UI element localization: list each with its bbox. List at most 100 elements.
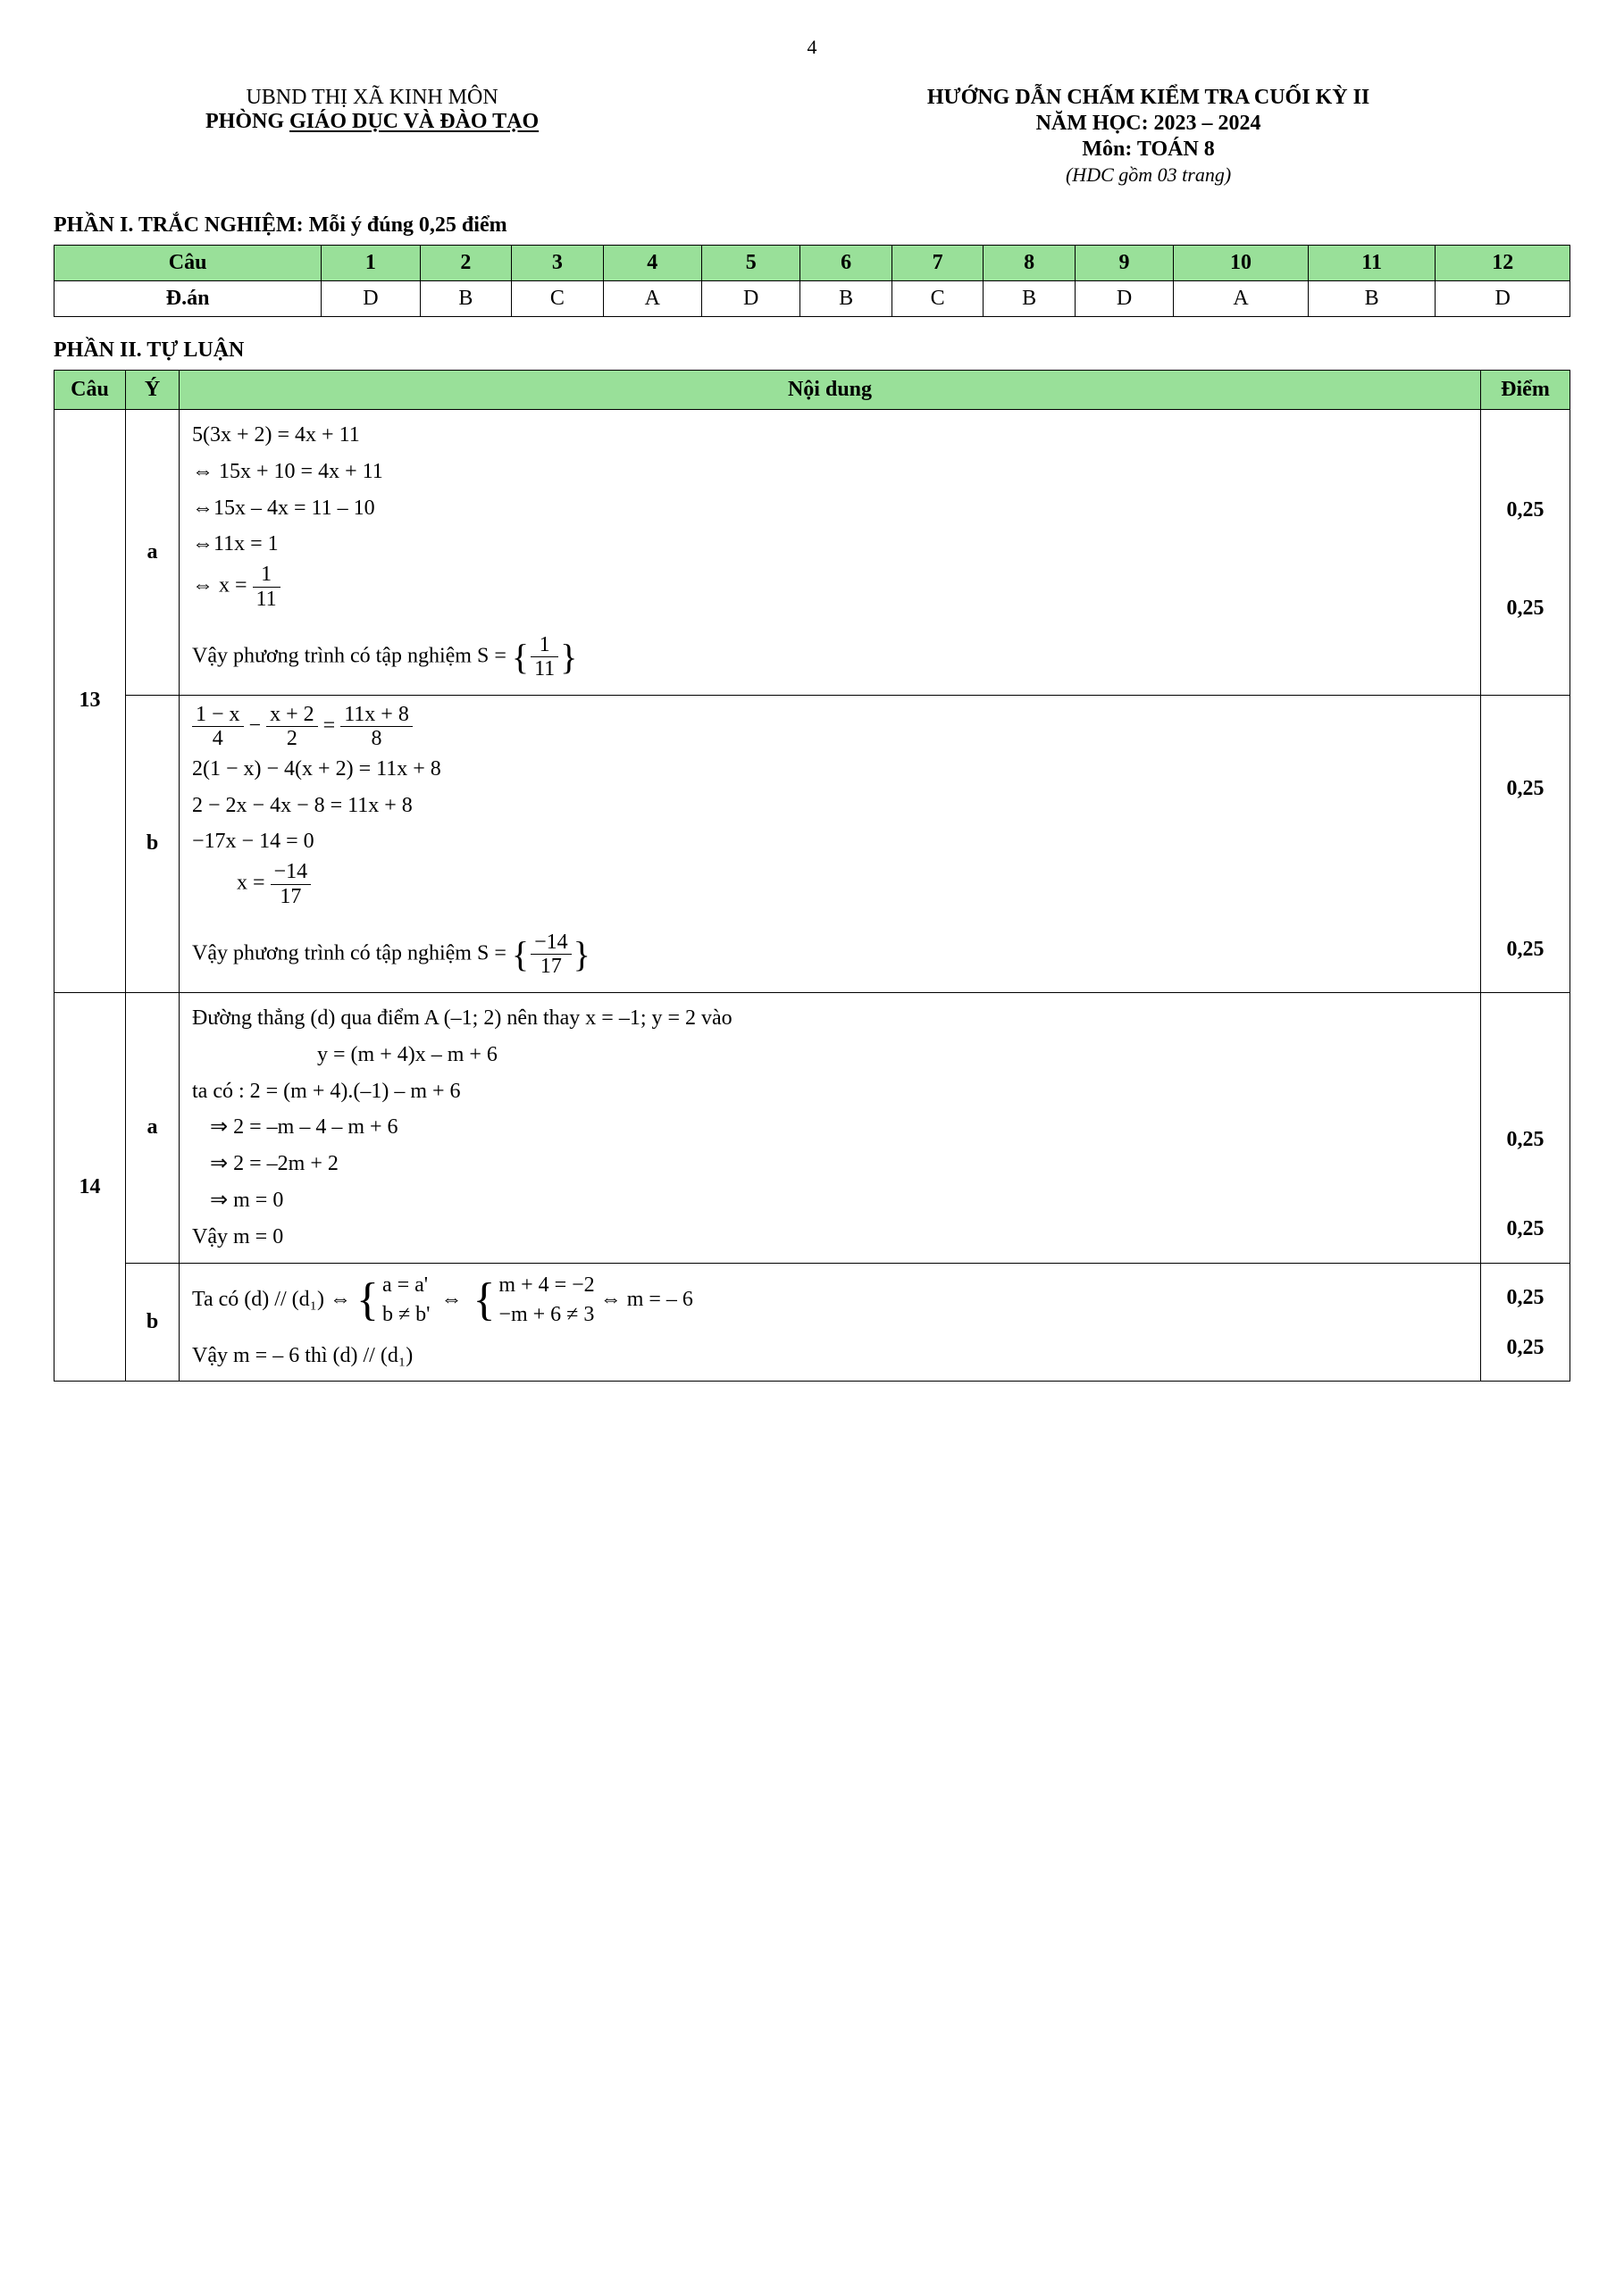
frac-num: −14 [271,860,312,884]
mc-answer-row: Đ.án D B C A D B C B D A B D [54,281,1570,317]
frac-den: 17 [531,955,572,978]
row-q14b: b Ta có (d) // (d₁) ⇔ { a = a' b ≠ b' ⇔ … [54,1263,1570,1382]
math-prefix: x = [237,872,271,895]
mc-ans: D [1436,281,1570,317]
mc-ans: A [603,281,701,317]
brace-right-icon: } [560,627,577,688]
essay-header-row: Câu Ý Nội dung Điểm [54,371,1570,410]
row-q14a: 14 a Đường thẳng (d) qua điểm A (–1; 2) … [54,992,1570,1263]
header-left: UBND THỊ XÃ KINH MÔN PHÒNG GIÁO DỤC VÀ Đ… [54,86,691,187]
q14a-scores: 0,25 0,25 [1481,992,1570,1263]
q14a-label: a [126,992,180,1263]
q14-label: 14 [54,992,126,1382]
result-text: ⇔ m = – 6 [600,1288,693,1311]
mc-q: 5 [702,246,800,281]
mc-q: 9 [1075,246,1173,281]
set-fraction: 1 11 [529,633,560,681]
math-line: Đường thẳng (d) qua điểm A (–1; 2) nên t… [192,1000,1468,1037]
q13b-label: b [126,695,180,992]
th-diem: Điểm [1481,371,1570,410]
fraction: 1 11 [253,563,280,611]
frac-num: 1 [531,633,558,657]
math-line: 1 − x 4 − x + 2 2 = 11x + 8 8 [192,703,1468,751]
score-value: 0,25 [1494,1003,1557,1155]
score-value: 0,25 [1494,454,1557,552]
fraction: 1 − x 4 [192,703,244,751]
fraction: −14 17 [271,860,312,908]
page-number: 4 [54,36,1570,59]
math-line: ⇔15x – 4x = 11 – 10 [192,490,1468,527]
case-line: −m + 6 ≠ 3 [498,1300,594,1331]
q14b-label: b [126,1263,180,1382]
essay-table: Câu Ý Nội dung Điểm 13 a 5(3x + 2) = 4x … [54,370,1570,1382]
case-line: m + 4 = −2 [498,1271,594,1301]
math-line: ⇒ m = 0 [192,1182,1468,1219]
th-noidung: Nội dung [180,371,1481,410]
section1-title: PHẦN I. TRẮC NGHIỆM: Mỗi ý đúng 0,25 điể… [54,213,1570,238]
section2-title: PHẦN II. TỰ LUẬN [54,338,1570,363]
th-cau: Câu [54,371,126,410]
fraction: x + 2 2 [266,703,318,751]
math-line: ⇔ x = 1 11 [192,563,1468,611]
conclusion-prefix: Vậy phương trình có tập nghiệm S = [192,941,512,964]
frac-num: x + 2 [266,703,318,727]
row-q13b: b 1 − x 4 − x + 2 2 = 11x + 8 8 2(1 − x)… [54,695,1570,992]
q13b-content: 1 − x 4 − x + 2 2 = 11x + 8 8 2(1 − x) −… [180,695,1481,992]
case-brace: { m + 4 = −2 −m + 6 ≠ 3 [473,1271,594,1331]
conclusion-line: Vậy phương trình có tập nghiệm S = { 1 1… [192,627,1468,688]
case-line: b ≠ b' [382,1300,431,1331]
q13a-content: 5(3x + 2) = 4x + 11 ⇔ 15x + 10 = 4x + 11… [180,410,1481,696]
set-braces: { −14 17 } [512,924,590,985]
equals-sign: = [323,714,336,737]
frac-den: 4 [192,727,244,750]
set-braces: { 1 11 } [512,627,578,688]
mc-ans: B [984,281,1075,317]
mc-q: 4 [603,246,701,281]
q14a-content: Đường thẳng (d) qua điểm A (–1; 2) nên t… [180,992,1481,1263]
case-brace: { a = a' b ≠ b' [356,1271,430,1331]
frac-den: 11 [531,657,558,680]
mc-q: 2 [420,246,511,281]
math-line: 5(3x + 2) = 4x + 11 [192,417,1468,454]
score-value: 0,25 [1494,831,1557,964]
math-line: x = −14 17 [192,860,1468,908]
mc-ans: D [702,281,800,317]
conclusion-line: Vậy phương trình có tập nghiệm S = { −14… [192,924,1468,985]
iff-symbol: ⇔ [435,1282,467,1318]
subject-line: Môn: TOÁN 8 [726,138,1570,162]
mc-ans: A [1174,281,1309,317]
issuer-line: UBND THỊ XÃ KINH MÔN [54,86,691,110]
math-prefix: Ta có (d) // (d₁) ⇔ [192,1288,356,1311]
score-value: 0,25 [1494,723,1557,831]
document-header: UBND THỊ XÃ KINH MÔN PHÒNG GIÁO DỤC VÀ Đ… [54,86,1570,187]
math-line: ⇔11x = 1 [192,526,1468,563]
score-value: 0,25 [1494,1155,1557,1253]
q14b-scores: 0,25 0,25 [1481,1263,1570,1382]
frac-den: 2 [266,727,318,750]
mc-ans: C [512,281,603,317]
math-line: 2(1 − x) − 4(x + 2) = 11x + 8 [192,751,1468,788]
mc-label-cau: Câu [54,246,322,281]
frac-den: 8 [340,727,413,750]
dept-prefix: PHÒNG [205,110,289,133]
dept-underlined: GIÁO DỤC VÀ ĐÀO TẠO [289,110,539,133]
math-prefix: ⇔ x = [192,574,253,597]
mc-ans: B [800,281,892,317]
pages-note: (HDC gồm 03 trang) [726,163,1570,187]
mc-ans: B [1308,281,1436,317]
multiple-choice-table: Câu 1 2 3 4 5 6 7 8 9 10 11 12 Đ.án D B … [54,245,1570,317]
mc-label-dapan: Đ.án [54,281,322,317]
math-line: −17x − 14 = 0 [192,823,1468,860]
row-q13a: 13 a 5(3x + 2) = 4x + 11 ⇔ 15x + 10 = 4x… [54,410,1570,696]
th-y: Ý [126,371,180,410]
q13a-scores: 0,25 0,25 [1481,410,1570,696]
mc-q: 10 [1174,246,1309,281]
q13a-label: a [126,410,180,696]
math-line: ⇒ 2 = –2m + 2 [192,1146,1468,1182]
case-line: a = a' [382,1271,431,1301]
mc-q: 7 [892,246,983,281]
brace-left-icon: { [356,1277,379,1323]
q13-label: 13 [54,410,126,993]
mc-q: 3 [512,246,603,281]
math-line: 2 − 2x − 4x − 8 = 11x + 8 [192,788,1468,824]
